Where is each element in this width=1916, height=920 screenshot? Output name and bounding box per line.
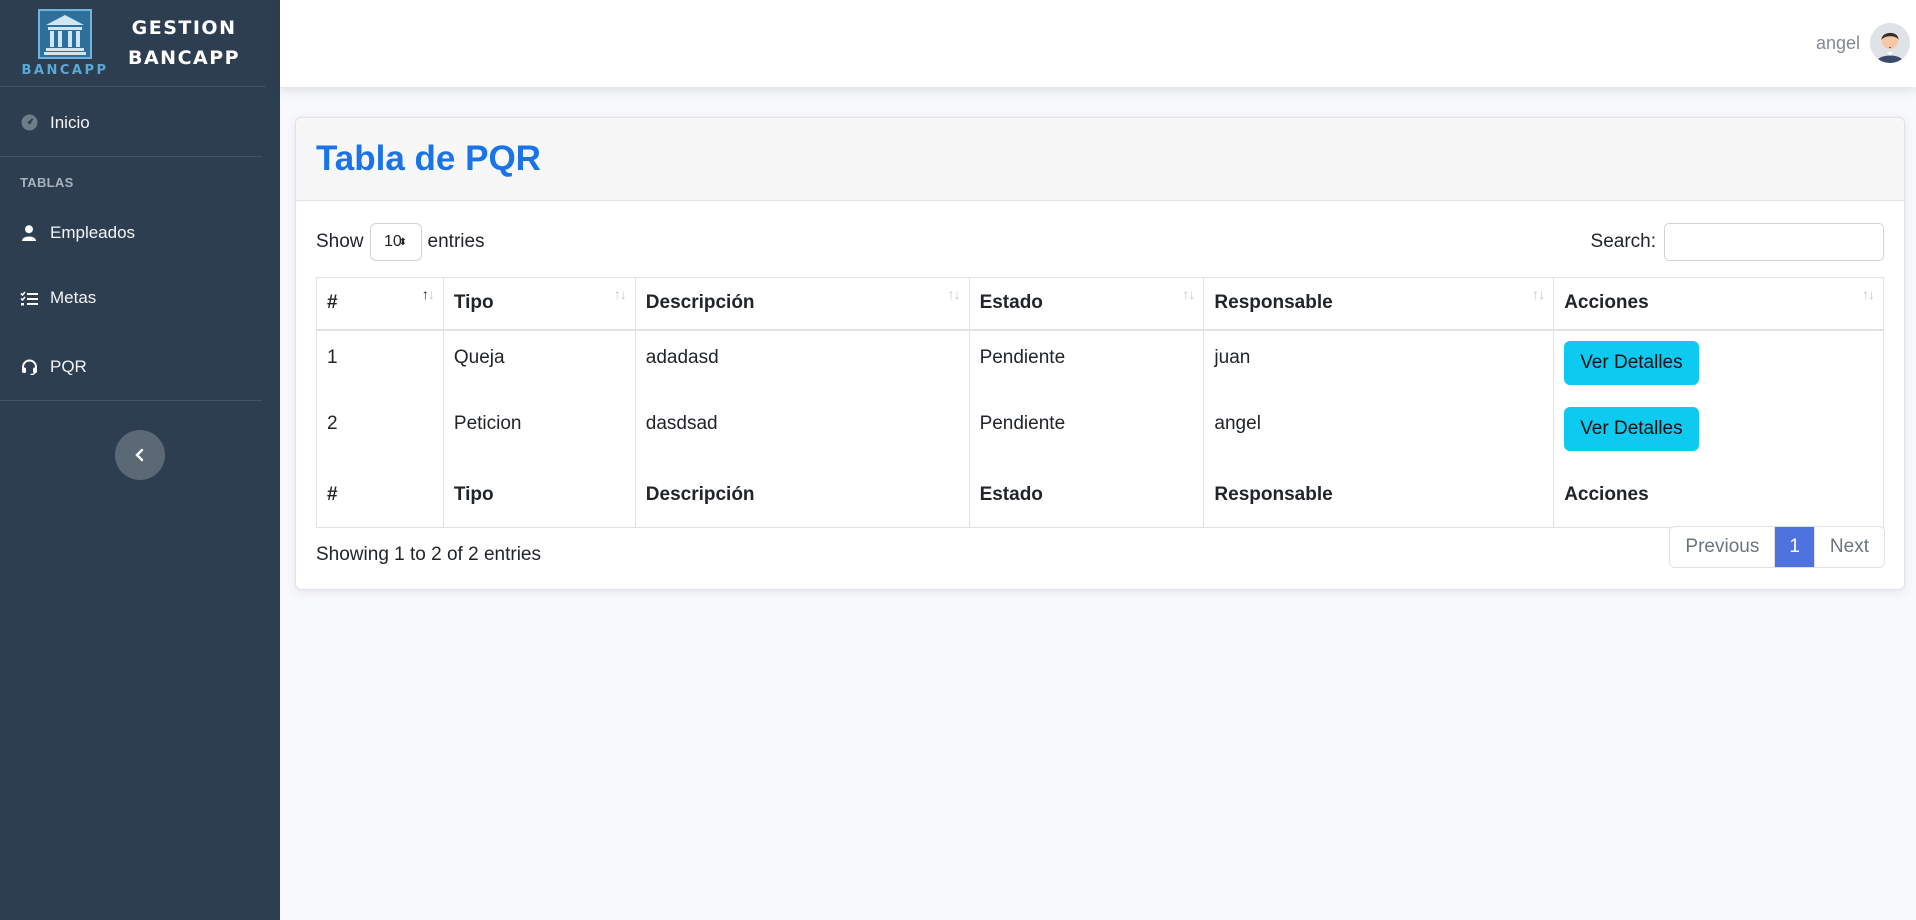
user-icon	[20, 224, 38, 242]
bank-logo: BANCAPP	[21, 8, 109, 78]
table-controls: Show 10 ⬍ entries Search:	[316, 223, 1884, 263]
brand-name-line1: GESTION	[131, 17, 237, 39]
sidebar-item-pqr[interactable]: PQR	[0, 333, 262, 401]
column-header-tipo[interactable]: Tipo ↑↓	[442, 277, 636, 331]
footer-header-descripcion: Descripción	[634, 463, 970, 528]
logo-text: BANCAPP	[21, 62, 109, 78]
table-row: 2 Peticion dasdsad Pendiente angel Ver D…	[316, 396, 1884, 464]
chevron-left-icon	[135, 448, 144, 462]
user-menu[interactable]: angel	[1816, 23, 1910, 63]
entries-label: entries	[427, 231, 485, 252]
sidebar-toggle-button[interactable]	[115, 430, 165, 480]
cell-estado: Pendiente	[968, 329, 1205, 397]
brand[interactable]: BANCAPP GESTION BANCAPP	[0, 0, 266, 87]
headset-icon	[20, 358, 38, 376]
sidebar-item-label: Inicio	[50, 112, 90, 132]
show-label: Show	[316, 231, 364, 252]
pqr-table: # ↑↓ Tipo ↑↓ Descripción ↑↓ Estado ↑↓ Respon…	[316, 277, 1884, 528]
cell-acciones: Ver Detalles	[1553, 396, 1884, 464]
sort-icon: ↑↓	[1182, 286, 1195, 302]
sort-icon: ↑↓	[421, 286, 435, 302]
ver-detalles-button[interactable]: Ver Detalles	[1564, 406, 1699, 451]
footer-header-responsable: Responsable	[1203, 463, 1555, 528]
sort-icon: ↑↓	[947, 286, 961, 302]
table-row: 1 Queja adadasd Pendiente juan Ver Detal…	[316, 329, 1884, 397]
column-header-estado[interactable]: Estado ↑↓	[968, 277, 1205, 331]
page-1-button[interactable]: 1	[1775, 527, 1814, 567]
page-length-select[interactable]: 10 ⬍	[369, 223, 422, 261]
cell-tipo: Peticion	[442, 396, 636, 464]
footer-header-id: #	[316, 463, 444, 528]
table-info: Showing 1 to 2 of 2 entries	[316, 544, 541, 565]
search-input[interactable]	[1664, 223, 1884, 261]
sort-icon: ↑↓	[613, 286, 627, 302]
sidebar-item-label: PQR	[50, 356, 87, 376]
sidebar-item-empleados[interactable]: Empleados	[0, 203, 280, 263]
page-title: Tabla de PQR	[316, 139, 541, 178]
sidebar-item-label: Metas	[50, 288, 97, 307]
sidebar-item-inicio[interactable]: Inicio	[0, 87, 262, 157]
ver-detalles-button[interactable]: Ver Detalles	[1564, 340, 1699, 385]
cell-estado: Pendiente	[968, 396, 1205, 464]
next-page-button[interactable]: Next	[1813, 527, 1884, 567]
avatar[interactable]	[1870, 23, 1910, 63]
footer-header-acciones: Acciones	[1553, 463, 1884, 528]
page-length-control: Show 10 ⬍ entries	[316, 223, 485, 261]
cell-responsable: angel	[1203, 396, 1555, 464]
brand-name-line2: BANCAPP	[128, 47, 241, 69]
column-header-acciones[interactable]: Acciones ↑↓	[1553, 277, 1884, 331]
search-control: Search:	[1591, 223, 1884, 261]
table-header-row: # ↑↓ Tipo ↑↓ Descripción ↑↓ Estado ↑↓ Respon…	[316, 277, 1884, 331]
card-header: Tabla de PQR	[296, 118, 1904, 201]
sidebar: BANCAPP GESTION BANCAPP Inicio TABLAS Em…	[0, 0, 280, 920]
cell-id: 2	[316, 396, 444, 464]
bank-building-icon	[38, 8, 92, 59]
select-arrows-icon: ⬍	[398, 236, 408, 248]
pagination: Previous 1 Next	[1669, 526, 1885, 568]
column-header-id[interactable]: # ↑↓	[316, 277, 444, 331]
cell-id: 1	[316, 329, 444, 397]
brand-name: GESTION BANCAPP	[128, 13, 240, 73]
sort-icon: ↑↓	[1862, 286, 1875, 302]
footer-header-tipo: Tipo	[442, 463, 636, 528]
sidebar-item-label: Empleados	[50, 223, 136, 242]
dashboard-gauge-icon	[20, 114, 38, 132]
footer-header-estado: Estado	[968, 463, 1205, 528]
table-footer-row: # Tipo Descripción Estado Responsable Ac…	[316, 463, 1884, 528]
previous-page-button[interactable]: Previous	[1670, 527, 1776, 567]
cell-descripcion: adadasd	[634, 329, 970, 397]
list-check-icon	[20, 289, 38, 307]
sidebar-heading: TABLAS	[20, 175, 74, 190]
pqr-card: Tabla de PQR Show 10 ⬍ entries Search: #…	[295, 117, 1905, 590]
user-name: angel	[1815, 32, 1860, 53]
column-header-responsable[interactable]: Responsable ↑↓	[1203, 277, 1555, 331]
search-label: Search:	[1590, 231, 1656, 252]
cell-acciones: Ver Detalles	[1553, 329, 1884, 397]
topbar: angel	[280, 0, 1916, 87]
column-header-descripcion[interactable]: Descripción ↑↓	[634, 277, 970, 331]
sort-icon: ↑↓	[1532, 286, 1545, 302]
user-avatar-icon	[1870, 23, 1910, 63]
cell-descripcion: dasdsad	[634, 396, 970, 464]
sidebar-item-metas[interactable]: Metas	[0, 263, 280, 333]
cell-tipo: Queja	[442, 329, 636, 397]
cell-responsable: juan	[1203, 329, 1555, 397]
